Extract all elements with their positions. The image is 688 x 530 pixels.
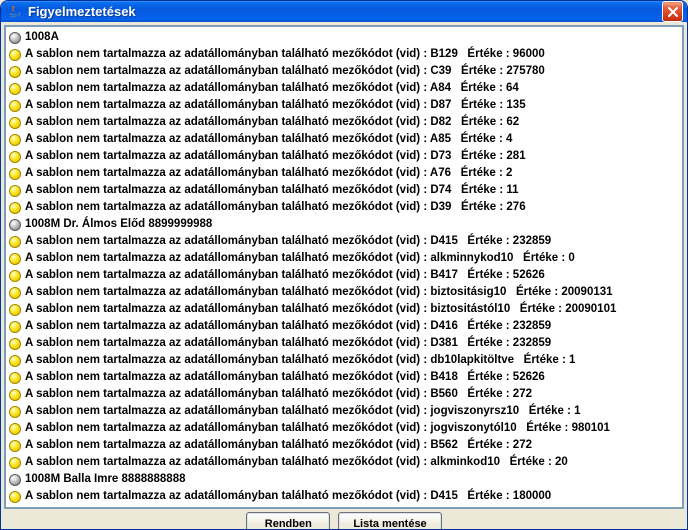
dialog-window: Figyelmeztetések 1008AA sablon nem tarta…	[0, 0, 688, 530]
list-item-text: A sablon nem tartalmazza az adatállomány…	[25, 131, 512, 148]
list-item[interactable]: A sablon nem tartalmazza az adatállomány…	[7, 454, 681, 471]
list-item-text: A sablon nem tartalmazza az adatállomány…	[25, 403, 581, 420]
content-area: 1008AA sablon nem tartalmazza az adatáll…	[1, 22, 687, 512]
titlebar: Figyelmeztetések	[1, 1, 687, 22]
java-app-icon	[7, 4, 23, 20]
warning-bullet-icon	[9, 321, 21, 333]
warning-bullet-icon	[9, 117, 21, 129]
warning-bullet-icon	[9, 355, 21, 367]
list-item[interactable]: A sablon nem tartalmazza az adatállomány…	[7, 488, 681, 505]
list-item-text: A sablon nem tartalmazza az adatállomány…	[25, 233, 551, 250]
list-item-text: A sablon nem tartalmazza az adatállomány…	[25, 46, 545, 63]
list-item[interactable]: A sablon nem tartalmazza az adatállomány…	[7, 420, 681, 437]
list-item-text: A sablon nem tartalmazza az adatállomány…	[25, 352, 575, 369]
header-bullet-icon	[9, 32, 21, 44]
list-item-text: A sablon nem tartalmazza az adatállomány…	[25, 80, 519, 97]
list-item[interactable]: A sablon nem tartalmazza az adatállomány…	[7, 199, 681, 216]
group-header[interactable]: 1008M Dr. Álmos Előd 8899999988	[7, 216, 681, 233]
warning-bullet-icon	[9, 304, 21, 316]
group-header-text: 1008M Dr. Álmos Előd 8899999988	[25, 216, 212, 233]
list-item-text: A sablon nem tartalmazza az adatállomány…	[25, 199, 526, 216]
list-item[interactable]: A sablon nem tartalmazza az adatállomány…	[7, 284, 681, 301]
warning-bullet-icon	[9, 491, 21, 503]
warning-bullet-icon	[9, 389, 21, 401]
ok-button[interactable]: Rendben	[246, 512, 330, 530]
list-item[interactable]: A sablon nem tartalmazza az adatállomány…	[7, 233, 681, 250]
list-item-text: A sablon nem tartalmazza az adatállomány…	[25, 488, 551, 505]
list-item[interactable]: A sablon nem tartalmazza az adatállomány…	[7, 267, 681, 284]
list-item[interactable]: A sablon nem tartalmazza az adatállomány…	[7, 301, 681, 318]
list-item[interactable]: A sablon nem tartalmazza az adatállomány…	[7, 182, 681, 199]
group-header-text: 1008A	[25, 29, 59, 46]
list-item[interactable]: A sablon nem tartalmazza az adatállomány…	[7, 352, 681, 369]
list-item-text: A sablon nem tartalmazza az adatállomány…	[25, 182, 519, 199]
warning-bullet-icon	[9, 49, 21, 61]
warning-bullet-icon	[9, 423, 21, 435]
warning-bullet-icon	[9, 151, 21, 163]
header-bullet-icon	[9, 474, 21, 486]
warning-bullet-icon	[9, 100, 21, 112]
list-item[interactable]: A sablon nem tartalmazza az adatállomány…	[7, 114, 681, 131]
list-item[interactable]: A sablon nem tartalmazza az adatállomány…	[7, 165, 681, 182]
list-item[interactable]: A sablon nem tartalmazza az adatállomány…	[7, 46, 681, 63]
list-item-text: A sablon nem tartalmazza az adatállomány…	[25, 63, 545, 80]
list-item[interactable]: A sablon nem tartalmazza az adatállomány…	[7, 369, 681, 386]
list-item[interactable]: A sablon nem tartalmazza az adatállomány…	[7, 148, 681, 165]
group-header[interactable]: 1008A	[7, 29, 681, 46]
group-header[interactable]: 1008M Balla Imre 8888888888	[7, 471, 681, 488]
list-item[interactable]: A sablon nem tartalmazza az adatállomány…	[7, 437, 681, 454]
warning-bullet-icon	[9, 338, 21, 350]
warning-bullet-icon	[9, 66, 21, 78]
warning-bullet-icon	[9, 372, 21, 384]
list-item[interactable]: A sablon nem tartalmazza az adatállomány…	[7, 63, 681, 80]
list-item[interactable]: A sablon nem tartalmazza az adatállomány…	[7, 250, 681, 267]
warning-bullet-icon	[9, 270, 21, 282]
list-item[interactable]: A sablon nem tartalmazza az adatállomány…	[7, 335, 681, 352]
message-list[interactable]: 1008AA sablon nem tartalmazza az adatáll…	[6, 27, 682, 507]
list-item-text: A sablon nem tartalmazza az adatállomány…	[25, 420, 610, 437]
warning-bullet-icon	[9, 457, 21, 469]
message-list-frame: 1008AA sablon nem tartalmazza az adatáll…	[4, 25, 684, 509]
list-item-text: A sablon nem tartalmazza az adatállomány…	[25, 267, 545, 284]
save-list-button[interactable]: Lista mentése	[338, 512, 441, 530]
list-item-text: A sablon nem tartalmazza az adatállomány…	[25, 97, 526, 114]
list-item[interactable]: A sablon nem tartalmazza az adatállomány…	[7, 97, 681, 114]
list-item-text: A sablon nem tartalmazza az adatállomány…	[25, 437, 532, 454]
warning-bullet-icon	[9, 168, 21, 180]
window-title: Figyelmeztetések	[28, 4, 662, 19]
warning-bullet-icon	[9, 253, 21, 265]
warning-bullet-icon	[9, 236, 21, 248]
list-item[interactable]: A sablon nem tartalmazza az adatállomány…	[7, 131, 681, 148]
list-item-text: A sablon nem tartalmazza az adatállomány…	[25, 250, 575, 267]
list-item[interactable]: A sablon nem tartalmazza az adatállomány…	[7, 80, 681, 97]
warning-bullet-icon	[9, 287, 21, 299]
list-item-text: A sablon nem tartalmazza az adatállomány…	[25, 454, 568, 471]
warning-bullet-icon	[9, 440, 21, 452]
warning-bullet-icon	[9, 185, 21, 197]
group-header-text: 1008M Balla Imre 8888888888	[25, 471, 185, 488]
list-item-text: A sablon nem tartalmazza az adatállomány…	[25, 386, 532, 403]
list-item[interactable]: A sablon nem tartalmazza az adatállomány…	[7, 403, 681, 420]
warning-bullet-icon	[9, 406, 21, 418]
list-item-text: A sablon nem tartalmazza az adatállomány…	[25, 284, 613, 301]
list-item-text: A sablon nem tartalmazza az adatállomány…	[25, 318, 551, 335]
list-item-text: A sablon nem tartalmazza az adatállomány…	[25, 335, 551, 352]
warning-bullet-icon	[9, 83, 21, 95]
list-item-text: A sablon nem tartalmazza az adatállomány…	[25, 301, 616, 318]
warning-bullet-icon	[9, 202, 21, 214]
close-icon	[668, 7, 678, 17]
list-item[interactable]: A sablon nem tartalmazza az adatállomány…	[7, 386, 681, 403]
list-item-text: A sablon nem tartalmazza az adatállomány…	[25, 165, 512, 182]
button-bar: Rendben Lista mentése	[1, 512, 687, 530]
list-item-text: A sablon nem tartalmazza az adatállomány…	[25, 369, 545, 386]
list-item[interactable]: A sablon nem tartalmazza az adatállomány…	[7, 318, 681, 335]
header-bullet-icon	[9, 219, 21, 231]
warning-bullet-icon	[9, 134, 21, 146]
list-item-text: A sablon nem tartalmazza az adatállomány…	[25, 148, 526, 165]
close-button[interactable]	[662, 1, 683, 22]
list-item-text: A sablon nem tartalmazza az adatállomány…	[25, 114, 519, 131]
